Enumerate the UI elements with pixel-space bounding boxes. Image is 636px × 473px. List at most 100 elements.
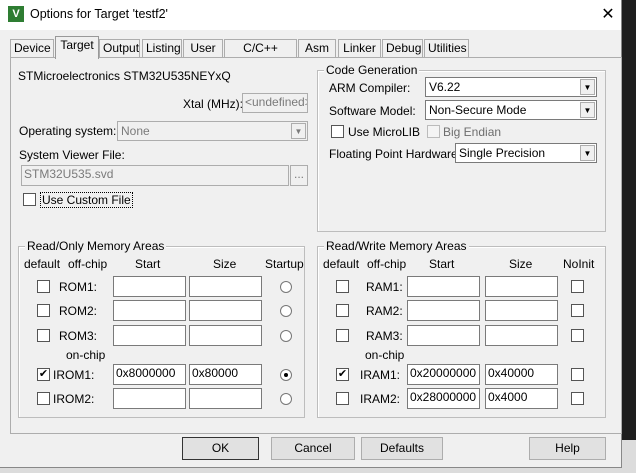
default-checkbox[interactable] (37, 329, 50, 342)
cancel-button[interactable]: Cancel (271, 437, 355, 460)
fpu-value: Single Precision (459, 146, 546, 160)
device-name: STMicroelectronics STM32U535NEYxQ (18, 69, 231, 83)
model-label: Software Model: (329, 104, 416, 118)
memory-label: ROM2: (59, 304, 98, 318)
memory-label: IRAM1: (360, 368, 401, 382)
startup-radio[interactable] (280, 281, 292, 293)
noinit-checkbox[interactable] (571, 304, 584, 317)
start-input[interactable] (407, 325, 480, 346)
start-input[interactable] (113, 300, 186, 321)
noinit-checkbox[interactable] (571, 392, 584, 405)
start-input[interactable] (113, 325, 186, 346)
size-input[interactable] (189, 325, 262, 346)
header-default: default (24, 257, 61, 271)
tab-user[interactable]: User (183, 39, 223, 58)
onchip-label: on-chip (365, 348, 405, 362)
default-checkbox[interactable]: ✔ (37, 368, 50, 381)
tab-target[interactable]: Target (55, 36, 99, 59)
close-icon[interactable]: ✕ (598, 4, 618, 24)
memory-label: RAM1: (366, 280, 403, 294)
os-select[interactable]: None ▼ (117, 121, 308, 141)
size-input[interactable] (485, 300, 558, 321)
default-checkbox[interactable] (336, 392, 349, 405)
microlib-checkbox[interactable] (331, 125, 344, 138)
startup-radio[interactable] (280, 305, 292, 317)
startup-radio[interactable] (280, 369, 292, 381)
size-input[interactable] (485, 325, 558, 346)
startup-radio[interactable] (280, 330, 292, 342)
start-input[interactable] (113, 388, 186, 409)
compiler-select[interactable]: V6.22 ▼ (425, 77, 597, 97)
default-checkbox[interactable] (336, 329, 349, 342)
startup-radio[interactable] (280, 393, 292, 405)
noinit-checkbox[interactable] (571, 280, 584, 293)
chevron-down-icon: ▼ (580, 102, 595, 118)
xtal-label: Xtal (MHz): (183, 97, 243, 111)
background-window (622, 0, 636, 440)
browse-button[interactable]: ... (290, 165, 308, 186)
start-input[interactable] (407, 300, 480, 321)
big-endian-label: Big Endian (443, 125, 502, 139)
start-input[interactable]: 0x20000000 (407, 364, 480, 385)
tab-debug[interactable]: Debug (382, 39, 423, 58)
defaults-button[interactable]: Defaults (361, 437, 443, 460)
noinit-checkbox[interactable] (571, 329, 584, 342)
header-size: Size (213, 257, 237, 271)
compiler-label: ARM Compiler: (329, 81, 411, 95)
memory-label: IROM1: (53, 368, 95, 382)
model-value: Non-Secure Mode (429, 103, 527, 117)
xtal-input[interactable]: <undefined> (242, 93, 308, 113)
use-custom-file-label: Use Custom File (40, 192, 133, 208)
size-input[interactable]: 0x4000 (485, 388, 558, 409)
big-endian-checkbox[interactable] (427, 125, 440, 138)
svf-label: System Viewer File: (19, 148, 125, 162)
fpu-select[interactable]: Single Precision ▼ (455, 143, 597, 163)
default-checkbox[interactable] (37, 392, 50, 405)
start-input[interactable] (407, 276, 480, 297)
tab-linker[interactable]: Linker (338, 39, 381, 58)
default-checkbox[interactable]: ✔ (336, 368, 349, 381)
start-input[interactable]: 0x28000000 (407, 388, 480, 409)
chevron-down-icon: ▼ (291, 123, 306, 139)
memory-label: IRAM2: (360, 392, 401, 406)
tab-utilities[interactable]: Utilities (424, 39, 469, 58)
ok-button[interactable]: OK (182, 437, 259, 460)
rom-group-title: Read/Only Memory Areas (25, 239, 167, 253)
microlib-label: Use MicroLIB (348, 125, 421, 139)
memory-label: RAM3: (366, 329, 403, 343)
size-input[interactable]: 0x40000 (485, 364, 558, 385)
default-checkbox[interactable] (336, 304, 349, 317)
tab-asm[interactable]: Asm (298, 39, 336, 58)
use-custom-file-checkbox[interactable] (23, 193, 36, 206)
size-input[interactable] (485, 276, 558, 297)
default-checkbox[interactable] (37, 304, 50, 317)
svf-input[interactable]: STM32U535.svd (21, 165, 289, 186)
tab-listing[interactable]: Listing (142, 39, 182, 58)
fpu-label: Floating Point Hardware: (329, 147, 462, 161)
onchip-label: on-chip (66, 348, 106, 362)
header-default: default (323, 257, 360, 271)
default-checkbox[interactable] (37, 280, 50, 293)
size-input[interactable] (189, 300, 262, 321)
header-size: Size (509, 257, 533, 271)
noinit-checkbox[interactable] (571, 368, 584, 381)
window-title: Options for Target 'testf2' (30, 7, 168, 21)
help-button[interactable]: Help (529, 437, 606, 460)
model-select[interactable]: Non-Secure Mode ▼ (425, 100, 597, 120)
size-input[interactable] (189, 388, 262, 409)
tab-c-c-ac6[interactable]: C/C++ (AC6) (224, 39, 297, 72)
code-generation-title: Code Generation (324, 63, 420, 77)
start-input[interactable] (113, 276, 186, 297)
default-checkbox[interactable] (336, 280, 349, 293)
size-input[interactable] (189, 276, 262, 297)
chevron-down-icon: ▼ (580, 79, 595, 95)
tab-output[interactable]: Output (99, 39, 140, 58)
size-input[interactable]: 0x80000 (189, 364, 262, 385)
os-label: Operating system: (19, 124, 117, 138)
header-offchip: off-chip (367, 257, 407, 271)
ram-group-title: Read/Write Memory Areas (324, 239, 469, 253)
header-offchip: off-chip (68, 257, 108, 271)
start-input[interactable]: 0x8000000 (113, 364, 186, 385)
tab-device[interactable]: Device (10, 39, 54, 58)
header-startup: Startup (265, 257, 304, 271)
